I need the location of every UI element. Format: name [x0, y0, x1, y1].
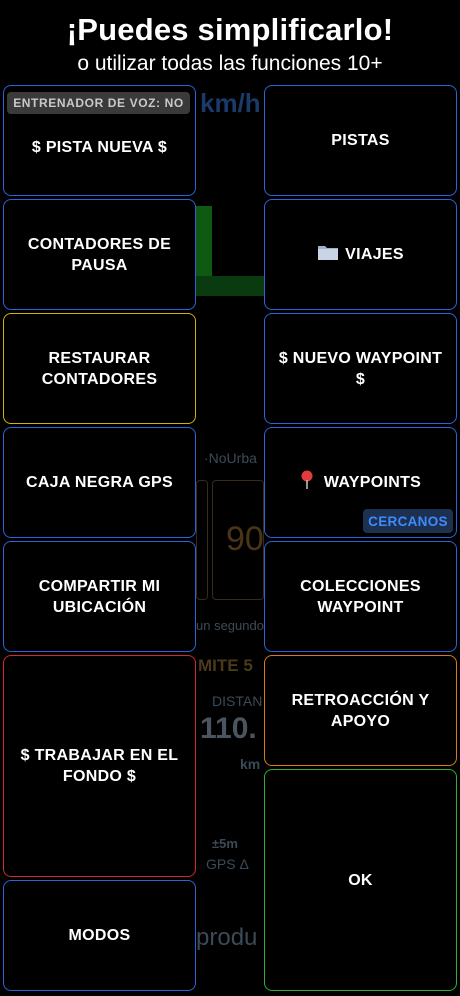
pause-counters-label: CONTADORES DE PAUSA: [27, 235, 172, 274]
work-background-button[interactable]: $ TRABAJAR EN EL FONDO $: [3, 655, 196, 877]
bg-road-type: ·NoUrba: [204, 450, 257, 466]
pin-icon: [300, 470, 314, 495]
nearby-badge[interactable]: CERCANOS: [363, 509, 453, 533]
header-subtitle: o utilizar todas las funciones 10+: [77, 52, 383, 75]
bg-gps-label: GPS Δ: [206, 856, 249, 872]
bg-product-text: produ: [196, 924, 258, 951]
modes-label: MODOS: [68, 927, 131, 944]
bg-distance-label: DISTAN: [212, 693, 263, 709]
voice-trainer-badge[interactable]: ENTRENADOR DE VOZ: NO: [7, 92, 190, 114]
bg-seconds-text: un segundo: [196, 618, 264, 633]
tracks-label: PISTAS: [331, 132, 390, 149]
modes-button[interactable]: MODOS: [3, 880, 196, 991]
work-background-label: $ TRABAJAR EN EL FONDO $: [20, 747, 179, 785]
bg-speed-value: 90: [226, 520, 264, 558]
tracks-button[interactable]: PISTAS: [264, 85, 457, 196]
bg-limit-text: MITE 5: [198, 656, 253, 675]
new-waypoint-button[interactable]: $ NUEVO WAYPOINT $: [264, 313, 457, 424]
trips-label: VIAJES: [345, 246, 404, 263]
trips-button[interactable]: VIAJES: [264, 199, 457, 310]
ok-button[interactable]: OK: [264, 769, 457, 991]
waypoints-label: WAYPOINTS: [323, 474, 422, 491]
reset-counters-button[interactable]: RESTAURAR CONTADORES: [3, 313, 196, 424]
gps-blackbox-label: CAJA NEGRA GPS: [25, 474, 174, 491]
share-location-label: COMPARTIR MI UBICACIÓN: [38, 577, 161, 616]
feedback-support-button[interactable]: RETROACCIÓN Y APOYO: [264, 655, 457, 766]
bg-speed-gauge: [196, 206, 212, 276]
feedback-support-label: RETROACCIÓN Y APOYO: [291, 691, 430, 730]
waypoint-collections-button[interactable]: COLECCIONES WAYPOINT: [264, 541, 457, 652]
waypoint-collections-label: COLECCIONES WAYPOINT: [300, 577, 421, 616]
bg-gps-accuracy: ±5m: [212, 836, 238, 851]
folder-icon: [317, 243, 339, 266]
bg-speed-gauge-lower: [196, 276, 264, 296]
pause-counters-button[interactable]: CONTADORES DE PAUSA: [3, 199, 196, 310]
share-location-button[interactable]: COMPARTIR MI UBICACIÓN: [3, 541, 196, 652]
reset-counters-label: RESTAURAR CONTADORES: [41, 349, 158, 388]
ok-label: OK: [348, 871, 373, 889]
bg-speed-unit: km/h: [200, 88, 261, 118]
bg-distance-unit: km: [240, 756, 261, 772]
new-waypoint-label: $ NUEVO WAYPOINT $: [278, 349, 443, 388]
new-track-label: $ PISTA NUEVA $: [31, 139, 168, 156]
bg-speed-box-left: [196, 480, 208, 600]
bg-distance-value: 110.: [200, 712, 257, 745]
header-title: ¡Puedes simplificarlo!: [66, 12, 394, 47]
header: ¡Puedes simplificarlo! o utilizar todas …: [0, 0, 460, 84]
gps-blackbox-button[interactable]: CAJA NEGRA GPS: [3, 427, 196, 538]
